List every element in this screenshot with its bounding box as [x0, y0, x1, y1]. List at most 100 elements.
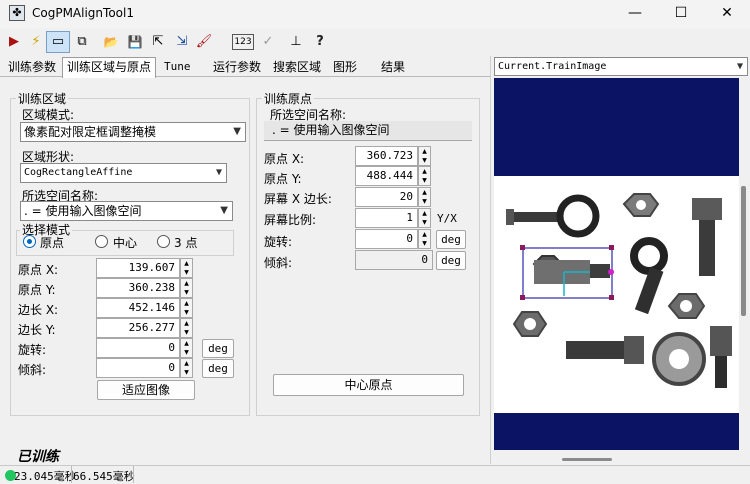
status-time-2: 66.545毫秒: [73, 470, 135, 483]
screen-side-field[interactable]: 20: [355, 187, 418, 207]
region-handle-tl[interactable]: [520, 245, 525, 250]
display-icon[interactable]: ▭: [48, 32, 68, 52]
rotation-spinner[interactable]: ▲ ▼: [180, 338, 193, 358]
skew-deg-button[interactable]: deg: [202, 359, 234, 378]
radio-center-label: 中心: [113, 236, 138, 250]
screen-side-spinner[interactable]: ▲ ▼: [418, 187, 431, 207]
region-shape-select[interactable]: CogRectangleAffine ▼: [20, 163, 227, 183]
side-x-spinner[interactable]: ▲ ▼: [180, 298, 193, 318]
origin-space-value: . = 使用输入图像空间: [264, 121, 472, 141]
tab-train-region[interactable]: 训练区域与原点: [62, 57, 157, 78]
numeric-icon[interactable]: 123: [232, 34, 254, 50]
close-button[interactable]: ✕: [704, 0, 750, 28]
image-selector[interactable]: Current.TrainImage ▼: [494, 57, 748, 76]
side-y-label: 边长 Y:: [18, 323, 56, 337]
origin-x-spinner[interactable]: ▲ ▼: [180, 258, 193, 278]
region-handle-br[interactable]: [609, 295, 614, 300]
origin-rotation-deg-button[interactable]: deg: [436, 230, 466, 249]
train-origin-y-field[interactable]: 488.444: [355, 166, 418, 186]
brush-icon[interactable]: 🖌: [194, 32, 214, 52]
app-icon: ✤: [9, 5, 25, 21]
tab-run-params[interactable]: 运行参数: [209, 58, 265, 77]
link-icon[interactable]: ⧉: [72, 32, 92, 52]
skew-spinner[interactable]: ▲ ▼: [180, 358, 193, 378]
region-mode-label: 区域模式:: [22, 108, 75, 122]
window-title: CogPMAlignTool1: [32, 6, 134, 20]
screen-ratio-spinner[interactable]: ▲ ▼: [418, 208, 431, 228]
tab-results[interactable]: 结果: [377, 58, 409, 77]
tab-train-params[interactable]: 训练参数: [4, 58, 60, 77]
screen-ratio-field[interactable]: 1: [355, 208, 418, 228]
origin-y-field[interactable]: 360.238: [96, 278, 180, 298]
ratio-unit: Y/X: [437, 212, 457, 225]
train-image: [494, 176, 739, 413]
origin-x-field[interactable]: 139.607: [96, 258, 180, 278]
vertical-scroll-thumb[interactable]: [741, 186, 746, 316]
status-divider: [133, 466, 134, 483]
train-origin-y-spinner[interactable]: ▲ ▼: [418, 166, 431, 186]
trained-status: 已训练: [17, 449, 59, 465]
side-x-label: 边长 X:: [18, 303, 59, 317]
origin-y-spinner[interactable]: ▲ ▼: [180, 278, 193, 298]
chevron-down-icon: ▼: [233, 126, 241, 137]
train-origin-x-field[interactable]: 360.723: [355, 146, 418, 166]
train-origin-x-label: 原点 X:: [264, 152, 305, 166]
region-space-value: . = 使用输入图像空间: [24, 204, 142, 218]
origin-skew-label: 倾斜:: [264, 256, 293, 270]
import-icon[interactable]: ⇲: [172, 32, 192, 52]
chevron-down-icon: ▼: [736, 61, 743, 72]
region-mode-value: 像素配对限定框调整掩模: [24, 125, 157, 139]
help-icon[interactable]: ?: [310, 32, 330, 52]
rotation-deg-button[interactable]: deg: [202, 339, 234, 358]
center-origin-button[interactable]: 中心原点: [273, 374, 464, 396]
image-selector-value: Current.TrainImage: [498, 61, 607, 72]
check-icon[interactable]: ✓: [258, 32, 278, 52]
skew-label: 倾斜:: [18, 363, 47, 377]
side-y-field[interactable]: 256.277: [96, 318, 180, 338]
side-x-field[interactable]: 452.146: [96, 298, 180, 318]
radio-origin[interactable]: [23, 235, 36, 248]
train-origin-title: 训练原点: [262, 90, 315, 107]
export-icon[interactable]: ⇱: [148, 32, 168, 52]
status-time-1: 23.045毫秒: [14, 470, 76, 483]
run-icon[interactable]: ▶: [4, 32, 24, 52]
radio-origin-label: 原点: [40, 236, 65, 250]
screen-side-label: 屏幕 X 边长:: [264, 192, 332, 206]
side-y-spinner[interactable]: ▲ ▼: [180, 318, 193, 338]
origin-x-label: 原点 X:: [18, 263, 59, 277]
maximize-button[interactable]: ☐: [658, 0, 704, 28]
origin-rotation-field[interactable]: 0: [355, 229, 418, 249]
axis-icon[interactable]: ⊥: [286, 32, 306, 52]
region-space-select[interactable]: . = 使用输入图像空间 ▼: [20, 201, 233, 221]
status-divider: [71, 466, 72, 483]
rotation-field[interactable]: 0: [96, 338, 180, 358]
region-mode-select[interactable]: 像素配对限定框调整掩模 ▼: [20, 122, 246, 142]
train-origin-y-label: 原点 Y:: [264, 172, 302, 186]
chevron-down-icon: ▼: [220, 205, 228, 216]
tab-search-region[interactable]: 搜索区域: [269, 58, 325, 77]
rotation-label: 旋转:: [18, 343, 47, 357]
tab-tune[interactable]: Tune: [160, 58, 195, 77]
origin-skew-field: 0: [355, 250, 433, 270]
tab-graphics[interactable]: 图形: [329, 58, 361, 77]
lightning-icon[interactable]: ⚡: [26, 32, 46, 52]
open-folder-icon[interactable]: 📂: [101, 32, 121, 52]
origin-skew-deg-button[interactable]: deg: [436, 251, 466, 270]
radio-center[interactable]: [95, 235, 108, 248]
save-icon[interactable]: 💾: [125, 32, 145, 52]
minimize-button[interactable]: —: [612, 0, 658, 28]
horizontal-scroll-thumb[interactable]: [562, 458, 612, 461]
splitter[interactable]: [490, 56, 491, 464]
radio-3pt[interactable]: [157, 235, 170, 248]
origin-marker[interactable]: [608, 269, 614, 275]
region-handle-tr[interactable]: [609, 245, 614, 250]
origin-rotation-label: 旋转:: [264, 235, 293, 249]
origin-rotation-spinner[interactable]: ▲ ▼: [418, 229, 431, 249]
skew-field[interactable]: 0: [96, 358, 180, 378]
train-origin-x-spinner[interactable]: ▲ ▼: [418, 146, 431, 166]
fit-image-button[interactable]: 适应图像: [97, 380, 195, 400]
screen-ratio-label: 屏幕比例:: [264, 213, 317, 227]
origin-y-label: 原点 Y:: [18, 283, 56, 297]
region-handle-bl[interactable]: [520, 295, 525, 300]
region-shape-value: CogRectangleAffine: [24, 167, 133, 178]
